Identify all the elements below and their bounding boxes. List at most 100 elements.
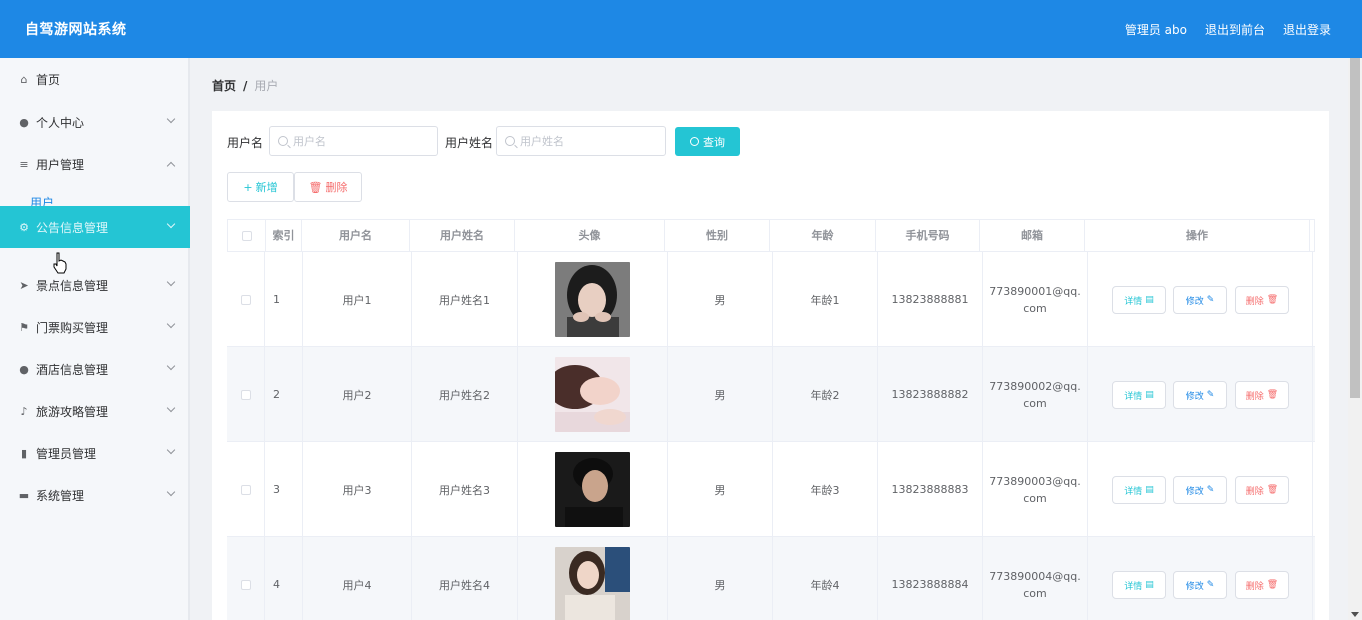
avatar-cell bbox=[518, 537, 668, 620]
phone-cell: 13823888881 bbox=[878, 252, 983, 347]
sidebar-item-home[interactable]: ⌂ 首页 bbox=[0, 58, 190, 100]
search-icon bbox=[690, 137, 699, 146]
delete-button[interactable]: 删除 🗑 bbox=[1235, 286, 1289, 314]
column-header[interactable]: 用户名 bbox=[302, 220, 410, 251]
bell-off-icon: ♪ bbox=[20, 404, 28, 418]
chevron-up-icon bbox=[166, 161, 176, 171]
page-scrollbar[interactable] bbox=[1348, 58, 1362, 620]
email-text: 773890002@qq.com bbox=[989, 379, 1081, 410]
column-header[interactable]: 邮箱 bbox=[980, 220, 1085, 251]
chevron-down-icon bbox=[166, 219, 176, 229]
row-checkbox[interactable] bbox=[240, 294, 251, 305]
actions-cell: 详情 ▤ 修改 ✎ 删除 🗑 bbox=[1088, 442, 1313, 537]
avatar-image[interactable] bbox=[555, 357, 630, 432]
delete-button-label: 删除 bbox=[1245, 581, 1264, 592]
age-cell: 年龄3 bbox=[773, 442, 878, 537]
detail-button[interactable]: 详情 ▤ bbox=[1112, 571, 1166, 599]
top-header: 自驾游网站系统 管理员 abo 退出到前台 退出登录 bbox=[0, 0, 1362, 58]
username-search-field[interactable] bbox=[269, 126, 438, 156]
sidebar-item-admin-management[interactable]: ▮ 管理员管理 bbox=[0, 432, 190, 474]
select-all-cell bbox=[228, 220, 266, 251]
column-header[interactable]: 手机号码 bbox=[876, 220, 980, 251]
detail-button-label: 详情 bbox=[1124, 486, 1143, 497]
table-row[interactable]: 4 用户4 用户姓名4 男 年龄4 13823888884 773890004@… bbox=[227, 537, 1315, 620]
sidebar-item-notice-management[interactable]: ⚙ 公告信息管理 bbox=[0, 206, 190, 248]
email-text: 773890003@qq.com bbox=[989, 474, 1081, 505]
trash-icon: 🗑 bbox=[308, 180, 323, 194]
breadcrumb-current: 用户 bbox=[254, 79, 279, 93]
delete-button-label: 删除 bbox=[1245, 486, 1264, 497]
avatar-image[interactable] bbox=[555, 452, 630, 527]
edit-button[interactable]: 修改 ✎ bbox=[1173, 286, 1227, 314]
sidebar-item-profile[interactable]: ● 个人中心 bbox=[0, 101, 190, 143]
trash-icon: 🗑 bbox=[1266, 485, 1279, 495]
query-button[interactable]: 查询 bbox=[675, 127, 740, 156]
row-checkbox[interactable] bbox=[240, 484, 251, 495]
delete-button[interactable]: 删除 🗑 bbox=[1235, 381, 1289, 409]
edit-button[interactable]: 修改 ✎ bbox=[1173, 571, 1227, 599]
header-actions: 管理员 abo 退出到前台 退出登录 bbox=[1125, 21, 1331, 38]
scroll-down-arrow-icon[interactable] bbox=[1351, 612, 1359, 617]
logout-link[interactable]: 退出登录 bbox=[1283, 21, 1331, 38]
edit-button-label: 修改 bbox=[1185, 296, 1204, 307]
delete-button[interactable]: 删除 🗑 bbox=[1235, 571, 1289, 599]
detail-button-label: 详情 bbox=[1124, 391, 1143, 402]
batch-delete-button[interactable]: 🗑 删除 bbox=[294, 172, 362, 202]
sidebar-item-label: 景点信息管理 bbox=[36, 278, 109, 293]
search-icon bbox=[278, 136, 288, 146]
user-icon: ● bbox=[19, 115, 29, 129]
sidebar-item-hotel-management[interactable]: ● 酒店信息管理 bbox=[0, 348, 190, 390]
add-button[interactable]: + 新增 bbox=[227, 172, 294, 202]
row-checkbox[interactable] bbox=[240, 579, 251, 590]
table-row[interactable]: 2 用户2 用户姓名2 男 年龄2 13823888882 773890002@… bbox=[227, 347, 1315, 442]
breadcrumb-home[interactable]: 首页 bbox=[212, 77, 236, 94]
column-header[interactable]: 性别 bbox=[665, 220, 770, 251]
detail-button[interactable]: 详情 ▤ bbox=[1112, 381, 1166, 409]
location-icon: ➤ bbox=[19, 278, 29, 292]
row-checkbox[interactable] bbox=[240, 389, 251, 400]
sidebar-item-ticket-management[interactable]: ⚑ 门票购买管理 bbox=[0, 306, 190, 348]
sidebar-item-system-management[interactable]: ▬ 系统管理 bbox=[0, 474, 190, 516]
detail-button[interactable]: 详情 ▤ bbox=[1112, 286, 1166, 314]
edit-button-label: 修改 bbox=[1185, 581, 1204, 592]
list-icon: ≡ bbox=[19, 157, 29, 171]
select-all-checkbox[interactable] bbox=[241, 231, 252, 241]
phone-cell: 13823888882 bbox=[878, 347, 983, 442]
trash-icon: 🗑 bbox=[1266, 390, 1279, 400]
column-header[interactable]: 索引 bbox=[266, 220, 302, 251]
gender-cell: 男 bbox=[668, 252, 773, 347]
chevron-down-icon bbox=[166, 403, 176, 413]
column-header[interactable]: 用户姓名 bbox=[410, 220, 515, 251]
sidebar-item-guide-management[interactable]: ♪ 旅游攻略管理 bbox=[0, 390, 190, 432]
admin-user-label[interactable]: 管理员 abo bbox=[1125, 21, 1187, 38]
document-icon: ▤ bbox=[1145, 295, 1154, 305]
document-icon: ▤ bbox=[1145, 580, 1154, 590]
sidebar-item-user-management[interactable]: ≡ 用户管理 bbox=[0, 143, 190, 185]
row-select-cell bbox=[227, 537, 265, 620]
delete-button-label: 删除 bbox=[1245, 391, 1264, 402]
scrollbar-thumb[interactable] bbox=[1350, 58, 1360, 398]
edit-button[interactable]: 修改 ✎ bbox=[1173, 381, 1227, 409]
username-search-input[interactable] bbox=[293, 134, 413, 148]
back-to-frontend-link[interactable]: 退出到前台 bbox=[1205, 21, 1265, 38]
name-search-field[interactable] bbox=[496, 126, 666, 156]
detail-button[interactable]: 详情 ▤ bbox=[1112, 476, 1166, 504]
age-cell: 年龄4 bbox=[773, 537, 878, 620]
name-label: 用户姓名 bbox=[445, 136, 494, 150]
sidebar-item-scenic-management[interactable]: ➤ 景点信息管理 bbox=[0, 264, 190, 306]
edit-button[interactable]: 修改 ✎ bbox=[1173, 476, 1227, 504]
column-header[interactable]: 操作 bbox=[1085, 220, 1310, 251]
delete-button[interactable]: 删除 🗑 bbox=[1235, 476, 1289, 504]
phone-cell: 13823888883 bbox=[878, 442, 983, 537]
avatar-image[interactable] bbox=[555, 262, 630, 337]
table-header: 索引 用户名 用户姓名 头像 性别 年龄 手机号码 邮箱 操作 bbox=[227, 219, 1315, 252]
table-row[interactable]: 1 用户1 用户姓名1 男 年龄1 13823888881 773890001@… bbox=[227, 252, 1315, 347]
column-header[interactable]: 头像 bbox=[515, 220, 665, 251]
name-search-input[interactable] bbox=[520, 134, 640, 148]
chevron-down-icon bbox=[166, 487, 176, 497]
column-header[interactable]: 年龄 bbox=[770, 220, 876, 251]
table-row[interactable]: 3 用户3 用户姓名3 男 年龄3 13823888883 773890003@… bbox=[227, 442, 1315, 537]
gender-cell: 男 bbox=[668, 442, 773, 537]
chevron-down-icon bbox=[166, 114, 176, 124]
avatar-image[interactable] bbox=[555, 547, 630, 620]
